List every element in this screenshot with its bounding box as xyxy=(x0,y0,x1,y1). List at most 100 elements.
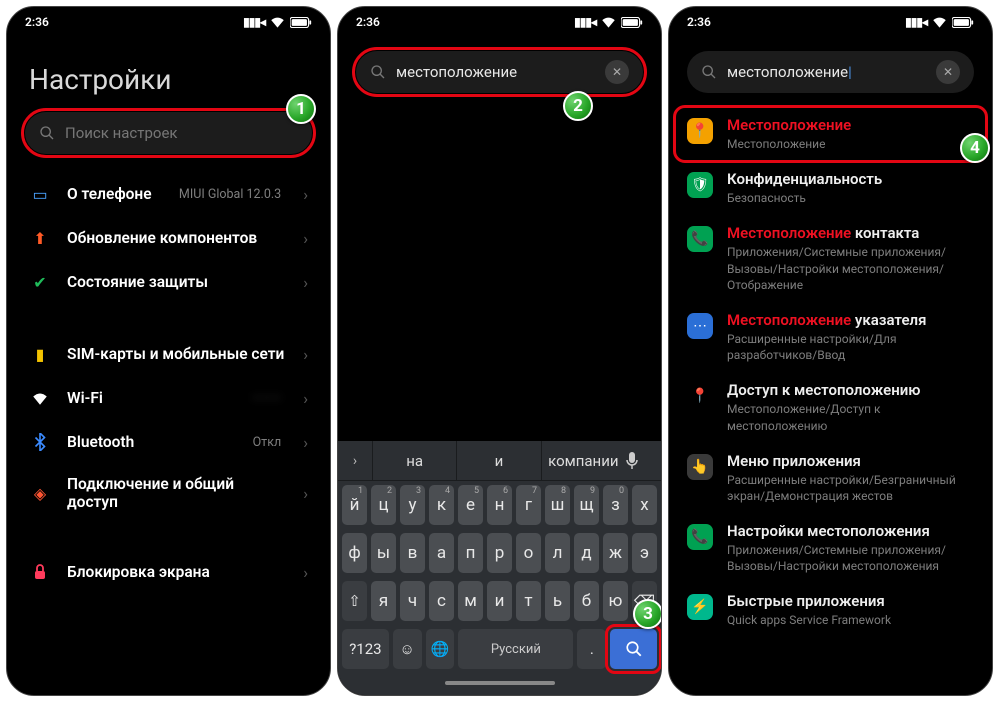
annotation-badge-4: 4 xyxy=(960,133,990,163)
key[interactable]: ю xyxy=(603,581,628,621)
item-wifi[interactable]: Wi-Fi ——— › xyxy=(7,376,330,420)
update-icon: ⬆ xyxy=(29,227,51,249)
suggestion-word[interactable]: на xyxy=(372,441,456,480)
key[interactable]: б xyxy=(574,581,599,621)
sim-icon: ▮ xyxy=(29,343,51,365)
suggestion-word[interactable]: и xyxy=(456,441,540,480)
wifi-icon xyxy=(601,16,616,28)
item-connection-sharing[interactable]: ◈ Подключение и общий доступ › xyxy=(7,464,330,522)
symbols-key[interactable]: ?123 xyxy=(342,629,389,669)
key[interactable]: 1й xyxy=(342,485,367,525)
clear-icon[interactable]: ✕ xyxy=(605,60,629,84)
search-key[interactable] xyxy=(610,629,657,669)
key[interactable]: ж xyxy=(603,533,628,573)
mic-icon[interactable] xyxy=(625,452,661,470)
battery-icon xyxy=(290,17,312,28)
result-quick-apps[interactable]: ⚡ Быстрые приложения Quick apps Service … xyxy=(669,583,992,637)
key[interactable]: ы xyxy=(371,533,396,573)
result-location-settings[interactable]: 📞 Настройки местоположения Приложения/Си… xyxy=(669,513,992,583)
signal-icon: ▮▮▮◂ xyxy=(574,15,596,29)
status-icons: ▮▮▮◂ xyxy=(243,15,312,29)
wifi-icon xyxy=(932,16,947,28)
item-lock-screen[interactable]: Блокировка экрана › xyxy=(7,550,330,594)
key[interactable]: х xyxy=(632,485,657,525)
search-box: местоположение| ✕ xyxy=(687,51,974,93)
key[interactable]: 4к xyxy=(429,485,454,525)
result-app-menu[interactable]: 👆 Меню приложения Расширенные настройки/… xyxy=(669,443,992,513)
result-location-access[interactable]: 📍 Доступ к местоположению Местоположение… xyxy=(669,372,992,442)
search-input[interactable]: местоположение ✕ xyxy=(356,51,643,93)
key[interactable]: р xyxy=(487,533,512,573)
result-pointer-location[interactable]: ⋯ Местоположение указателя Расширенные н… xyxy=(669,302,992,372)
result-privacy[interactable]: 🛡 Конфиденциальность Безопасность xyxy=(669,161,992,215)
keyboard-row-2: ф ы в а п р о л д ж э xyxy=(338,529,661,577)
key[interactable]: л xyxy=(545,533,570,573)
item-component-updates[interactable]: ⬆ Обновление компонентов › xyxy=(7,216,330,260)
key[interactable]: 6н xyxy=(487,485,512,525)
search-box-highlight: Поиск настроек 1 xyxy=(25,112,312,154)
key[interactable]: 7г xyxy=(516,485,541,525)
key[interactable]: 9щ xyxy=(574,485,599,525)
period-key[interactable]: . xyxy=(577,629,606,669)
signal-icon: ▮▮▮◂ xyxy=(905,15,927,29)
item-security-status[interactable]: ✔ Состояние защиты › xyxy=(7,260,330,304)
phone-settings-home: 2:36 ▮▮▮◂ Настройки Поиск настроек 1 ▭ xyxy=(6,6,331,696)
shield-icon: 🛡 xyxy=(687,172,713,198)
key[interactable]: ь xyxy=(545,581,570,621)
clear-icon[interactable]: ✕ xyxy=(936,60,960,84)
search-input[interactable]: Поиск настроек xyxy=(25,112,312,154)
globe-key[interactable]: 🌐 xyxy=(426,629,455,669)
search-icon xyxy=(370,64,386,80)
result-location[interactable]: 📍 Местоположение Местоположение xyxy=(669,107,992,161)
emoji-key[interactable]: ☺ xyxy=(393,629,422,669)
developer-icon: ⋯ xyxy=(687,313,713,339)
key[interactable]: о xyxy=(516,533,541,573)
phone-search-results: 2:36 ▮▮▮◂ местоположение| ✕ 📍 Местополож… xyxy=(668,6,993,696)
key[interactable]: 5е xyxy=(458,485,483,525)
battery-icon xyxy=(621,17,643,28)
item-bluetooth[interactable]: Bluetooth Откл › xyxy=(7,420,330,464)
chevron-right-icon: › xyxy=(303,389,308,408)
keyboard-row-3: ⇧ я ч с м и т ь б ю ⌫ xyxy=(338,577,661,625)
item-sim-cards[interactable]: ▮ SIM-карты и мобильные сети › xyxy=(7,332,330,376)
phone-icon: 📞 xyxy=(687,226,713,252)
search-results: 📍 Местоположение Местоположение 4 🛡 Конф… xyxy=(669,107,992,638)
key[interactable]: в xyxy=(400,533,425,573)
chevron-right-icon: › xyxy=(303,563,308,582)
chevron-right-icon: › xyxy=(303,273,308,292)
key[interactable]: 0з xyxy=(603,485,628,525)
key[interactable]: а xyxy=(429,533,454,573)
location-pin-icon: 📍 xyxy=(687,383,713,409)
key[interactable]: ч xyxy=(400,581,425,621)
key[interactable]: э xyxy=(632,533,657,573)
search-input[interactable]: местоположение| ✕ xyxy=(687,51,974,93)
lock-icon xyxy=(29,561,51,583)
key[interactable]: и xyxy=(487,581,512,621)
suggestion-bar: › на и компании xyxy=(338,441,661,481)
key[interactable]: ф xyxy=(342,533,367,573)
item-about-phone[interactable]: ▭ О телефоне MIUI Global 12.0.3 › xyxy=(7,172,330,216)
key[interactable]: я xyxy=(371,581,396,621)
suggestion-word[interactable]: компании xyxy=(541,441,625,480)
key[interactable]: 3у xyxy=(400,485,425,525)
status-icons: ▮▮▮◂ xyxy=(574,15,643,29)
key[interactable]: т xyxy=(516,581,541,621)
key[interactable]: 2ц xyxy=(371,485,396,525)
nav-pill[interactable] xyxy=(445,681,555,685)
result-contact-location[interactable]: 📞 Местоположение контакта Приложения/Сис… xyxy=(669,215,992,302)
bluetooth-icon xyxy=(29,431,51,453)
about-phone-icon: ▭ xyxy=(29,183,51,205)
space-key[interactable]: Русский xyxy=(458,629,573,669)
key[interactable]: д xyxy=(574,533,599,573)
key[interactable]: с xyxy=(429,581,454,621)
wifi-icon xyxy=(270,16,285,28)
keyboard-row-1: 1й 2ц 3у 4к 5е 6н 7г 8ш 9щ 0з х xyxy=(338,481,661,529)
key[interactable]: 8ш xyxy=(545,485,570,525)
annotation-badge-3: 3 xyxy=(633,599,662,629)
shift-key[interactable]: ⇧ xyxy=(342,581,367,621)
clock: 2:36 xyxy=(25,15,49,29)
key[interactable]: м xyxy=(458,581,483,621)
suggestion-expand-icon[interactable]: › xyxy=(338,453,372,469)
key[interactable]: п xyxy=(458,533,483,573)
search-placeholder: Поиск настроек xyxy=(65,124,178,142)
